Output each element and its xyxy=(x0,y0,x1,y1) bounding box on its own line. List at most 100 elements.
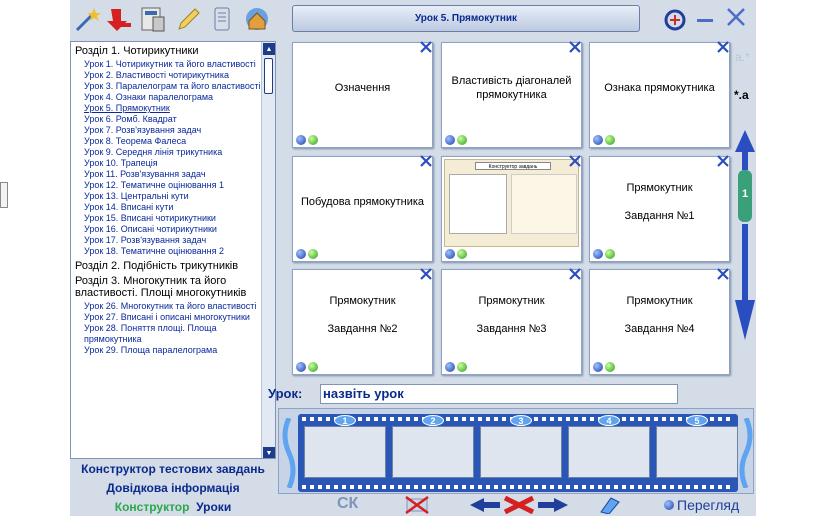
lesson-link[interactable]: Урок 18. Тематичне оцінювання 2 xyxy=(75,246,261,257)
scroll-thumb[interactable] xyxy=(264,58,273,94)
page-down-arrow-icon[interactable] xyxy=(735,224,755,340)
delete-slide-icon[interactable] xyxy=(403,495,431,515)
film-frame[interactable] xyxy=(568,426,650,478)
lesson-link[interactable]: Урок 10. Трапеція xyxy=(75,158,261,169)
eraser-icon[interactable] xyxy=(597,496,621,515)
green-dot-icon[interactable] xyxy=(605,249,615,259)
lesson-link[interactable]: Урок 7. Розв'язування задач xyxy=(75,125,261,136)
card-close-icon[interactable] xyxy=(716,40,730,56)
next-arrow-icon[interactable] xyxy=(538,498,568,512)
lesson-card[interactable]: Прямокутник Завдання №3 xyxy=(441,267,582,375)
green-dot-icon[interactable] xyxy=(457,135,467,145)
blue-dot-icon[interactable] xyxy=(296,249,306,259)
film-frame[interactable] xyxy=(480,426,562,478)
section-title[interactable]: Розділ 2. Подібність трикутників xyxy=(75,260,261,272)
film-frame[interactable] xyxy=(656,426,738,478)
lesson-card[interactable]: Прямокутник Завдання №1 xyxy=(589,154,730,262)
card-line: Прямокутник xyxy=(329,295,396,307)
pencil-icon[interactable] xyxy=(172,4,202,34)
lesson-card[interactable]: Властивість діагоналей прямокутника xyxy=(441,40,582,148)
card-close-icon[interactable] xyxy=(716,154,730,170)
lesson-link[interactable]: Урок 17. Розв'язування задач xyxy=(75,235,261,246)
tests-constructor-link[interactable]: Конструктор тестових завдань xyxy=(70,460,276,479)
lesson-card[interactable]: Прямокутник Завдання №2 xyxy=(292,267,433,375)
card-line: Прямокутник xyxy=(626,182,693,194)
card-close-icon[interactable] xyxy=(419,154,433,170)
lesson-link[interactable]: Урок 9. Середня лінія трикутника xyxy=(75,147,261,158)
reference-link[interactable]: Довідкова інформація xyxy=(70,479,276,498)
section-title[interactable]: Розділ 1. Чотирикутники xyxy=(75,45,261,57)
card-line: Прямокутник xyxy=(626,295,693,307)
lesson-link[interactable]: Урок 3. Паралелограм та його властивості xyxy=(75,81,261,92)
page-indicator[interactable]: 1 xyxy=(738,170,752,222)
ck-button[interactable]: СК xyxy=(337,495,358,513)
document-icon[interactable] xyxy=(207,4,237,34)
lesson-link[interactable]: Урок 6. Ромб. Квадрат xyxy=(75,114,261,125)
green-dot-icon[interactable] xyxy=(308,249,318,259)
page-up-arrow-icon[interactable] xyxy=(735,130,755,170)
card-close-icon[interactable] xyxy=(568,40,582,56)
lesson-link[interactable]: Урок 12. Тематичне оцінювання 1 xyxy=(75,180,261,191)
card-close-icon[interactable] xyxy=(716,267,730,283)
film-frame[interactable] xyxy=(392,426,474,478)
card-line: Означення xyxy=(334,82,391,94)
lesson-link[interactable]: Урок 26. Многокутник та його властивості xyxy=(75,301,261,312)
lesson-link[interactable]: Урок 29. Площа паралелограма xyxy=(75,345,261,356)
delete-icon[interactable] xyxy=(503,495,535,515)
scroll-up-button[interactable]: ▲ xyxy=(263,43,275,55)
arrow-down-red-icon[interactable] xyxy=(104,4,134,34)
lesson-link[interactable]: Урок 8. Теорема Фалеса xyxy=(75,136,261,147)
card-close-icon[interactable] xyxy=(568,267,582,283)
close-icon[interactable] xyxy=(725,6,747,28)
lesson-link[interactable]: Урок 14. Вписані кути xyxy=(75,202,261,213)
lesson-link[interactable]: Урок 2. Властивості чотирикутника xyxy=(75,70,261,81)
lesson-link[interactable]: Урок 13. Центральні кути xyxy=(75,191,261,202)
blue-dot-icon[interactable] xyxy=(445,135,455,145)
lesson-link[interactable]: Урок 16. Описані чотирикутники xyxy=(75,224,261,235)
section-title[interactable]: Розділ 3. Многокутник та його властивост… xyxy=(75,275,261,299)
prev-arrow-icon[interactable] xyxy=(470,498,500,512)
constructor-link[interactable]: Конструктор xyxy=(115,500,190,514)
lesson-card[interactable]: Означення xyxy=(292,40,433,148)
blue-dot-icon[interactable] xyxy=(445,362,455,372)
blue-dot-icon[interactable] xyxy=(593,249,603,259)
lesson-link[interactable]: Урок 27. Вписані і описані многокутники xyxy=(75,312,261,323)
film-frame[interactable] xyxy=(304,426,386,478)
card-close-icon[interactable] xyxy=(419,40,433,56)
lessons-link[interactable]: Уроки xyxy=(196,500,231,514)
lesson-link[interactable]: Урок 5. Прямокутник xyxy=(75,103,261,114)
preview-button[interactable]: Перегляд xyxy=(664,497,739,513)
blue-dot-icon[interactable] xyxy=(593,362,603,372)
card-close-icon[interactable] xyxy=(568,154,582,170)
green-dot-icon[interactable] xyxy=(457,249,467,259)
calculator-doc-icon[interactable] xyxy=(138,4,168,34)
green-dot-icon[interactable] xyxy=(457,362,467,372)
scroll-down-button[interactable]: ▼ xyxy=(263,447,275,458)
window-title: Урок 5. Прямокутник xyxy=(292,5,640,32)
green-dot-icon[interactable] xyxy=(605,135,615,145)
lesson-card[interactable]: Конструктор завдань xyxy=(441,154,582,262)
lesson-link[interactable]: Урок 1. Чотирикутник та його властивості xyxy=(75,59,261,70)
lesson-card[interactable]: Ознака прямокутника xyxy=(589,40,730,148)
blue-dot-icon[interactable] xyxy=(296,135,306,145)
globe-house-icon[interactable] xyxy=(242,4,272,34)
lesson-card[interactable]: Прямокутник Завдання №4 xyxy=(589,267,730,375)
lesson-link[interactable]: Урок 11. Розв'язування задач xyxy=(75,169,261,180)
green-dot-icon[interactable] xyxy=(308,362,318,372)
green-dot-icon[interactable] xyxy=(605,362,615,372)
lesson-tree-panel: Розділ 1. Чотирикутники Урок 1. Чотирикут… xyxy=(70,41,276,459)
lesson-link[interactable]: Урок 4. Ознаки паралелограма xyxy=(75,92,261,103)
blue-dot-icon[interactable] xyxy=(445,249,455,259)
wand-icon[interactable] xyxy=(73,4,103,34)
green-dot-icon[interactable] xyxy=(308,135,318,145)
lesson-name-input[interactable]: назвіть урок xyxy=(320,384,678,404)
blue-dot-icon[interactable] xyxy=(593,135,603,145)
lesson-link[interactable]: Урок 15. Вписані чотирикутники xyxy=(75,213,261,224)
minimize-icon[interactable] xyxy=(697,19,713,22)
lesson-link[interactable]: Урок 28. Поняття площі. Площа прямокутни… xyxy=(75,323,261,345)
lesson-card[interactable]: Побудова прямокутника xyxy=(292,154,433,262)
card-text: Побудова прямокутника xyxy=(297,157,428,247)
blue-dot-icon[interactable] xyxy=(296,362,306,372)
card-close-icon[interactable] xyxy=(419,267,433,283)
preview-dot-icon xyxy=(664,500,674,510)
